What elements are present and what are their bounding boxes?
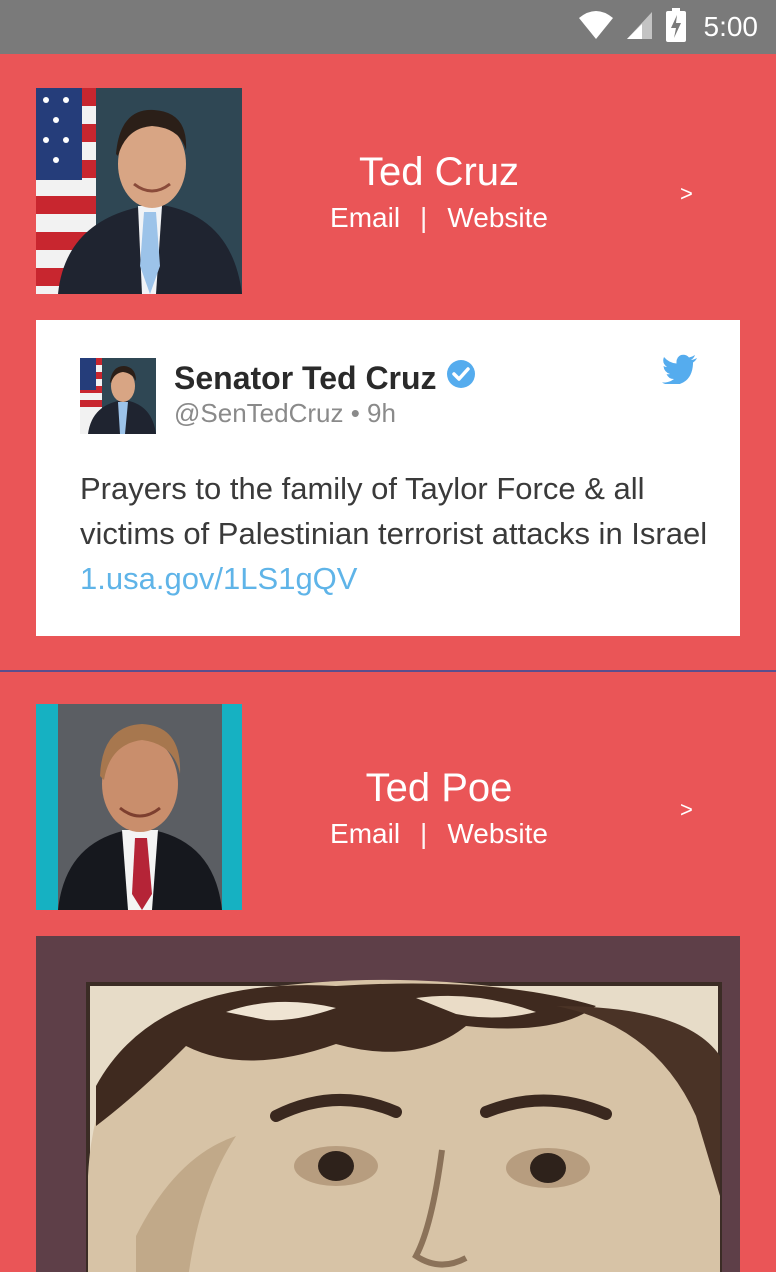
tweet-card[interactable]: Senator Ted Cruz @SenTedCruz • 9h Prayer… — [36, 320, 740, 636]
status-bar: 5:00 — [0, 0, 776, 54]
tweet-author[interactable]: Senator Ted Cruz — [174, 358, 477, 397]
meta-separator: • — [350, 398, 368, 428]
status-time: 5:00 — [703, 11, 759, 42]
tweet-meta: @SenTedCruz • 9h — [174, 398, 396, 428]
chevron-right-icon[interactable]: > — [680, 798, 693, 822]
signal-icon — [626, 10, 654, 44]
verified-badge-icon — [445, 358, 477, 397]
email-link[interactable]: Email — [330, 201, 400, 235]
member-links: Email | Website — [240, 201, 638, 235]
tweet-body: Prayers to the family of Taylor Force & … — [80, 471, 708, 551]
website-link[interactable]: Website — [447, 817, 548, 851]
member-info: Ted Poe Email | Website — [240, 765, 638, 851]
member-info: Ted Cruz Email | Website — [240, 149, 638, 235]
tweet-link[interactable]: 1.usa.gov/1LS1gQV — [80, 561, 357, 596]
twitter-bird-icon[interactable] — [662, 354, 698, 388]
website-link[interactable]: Website — [447, 201, 548, 235]
member-photo — [36, 88, 242, 294]
tweet-time[interactable]: 9h — [367, 398, 396, 428]
tweet-author-avatar[interactable] — [80, 358, 156, 434]
tweet-author-name: Senator Ted Cruz — [174, 359, 437, 396]
member-list[interactable]: Ted Cruz Email | Website > Senator Ted C… — [0, 54, 776, 1272]
member-card-ted-cruz[interactable]: Ted Cruz Email | Website > Senator Ted C… — [0, 54, 776, 672]
tweet-handle[interactable]: @SenTedCruz — [174, 398, 343, 428]
chevron-right-icon[interactable]: > — [680, 182, 693, 206]
email-link[interactable]: Email — [330, 817, 400, 851]
member-photo — [36, 704, 242, 910]
link-separator: | — [420, 202, 428, 233]
link-separator: | — [420, 818, 428, 849]
tweet-text: Prayers to the family of Taylor Force & … — [80, 466, 710, 601]
status-icons: 5:00 — [578, 8, 759, 46]
battery-charging-icon — [665, 8, 686, 46]
post-image[interactable] — [36, 936, 740, 1272]
member-name: Ted Cruz — [358, 150, 520, 194]
member-links: Email | Website — [240, 817, 638, 851]
wifi-icon — [578, 10, 614, 44]
member-card-ted-poe[interactable]: Ted Poe Email | Website > — [0, 670, 776, 1272]
member-name: Ted Poe — [365, 766, 513, 810]
